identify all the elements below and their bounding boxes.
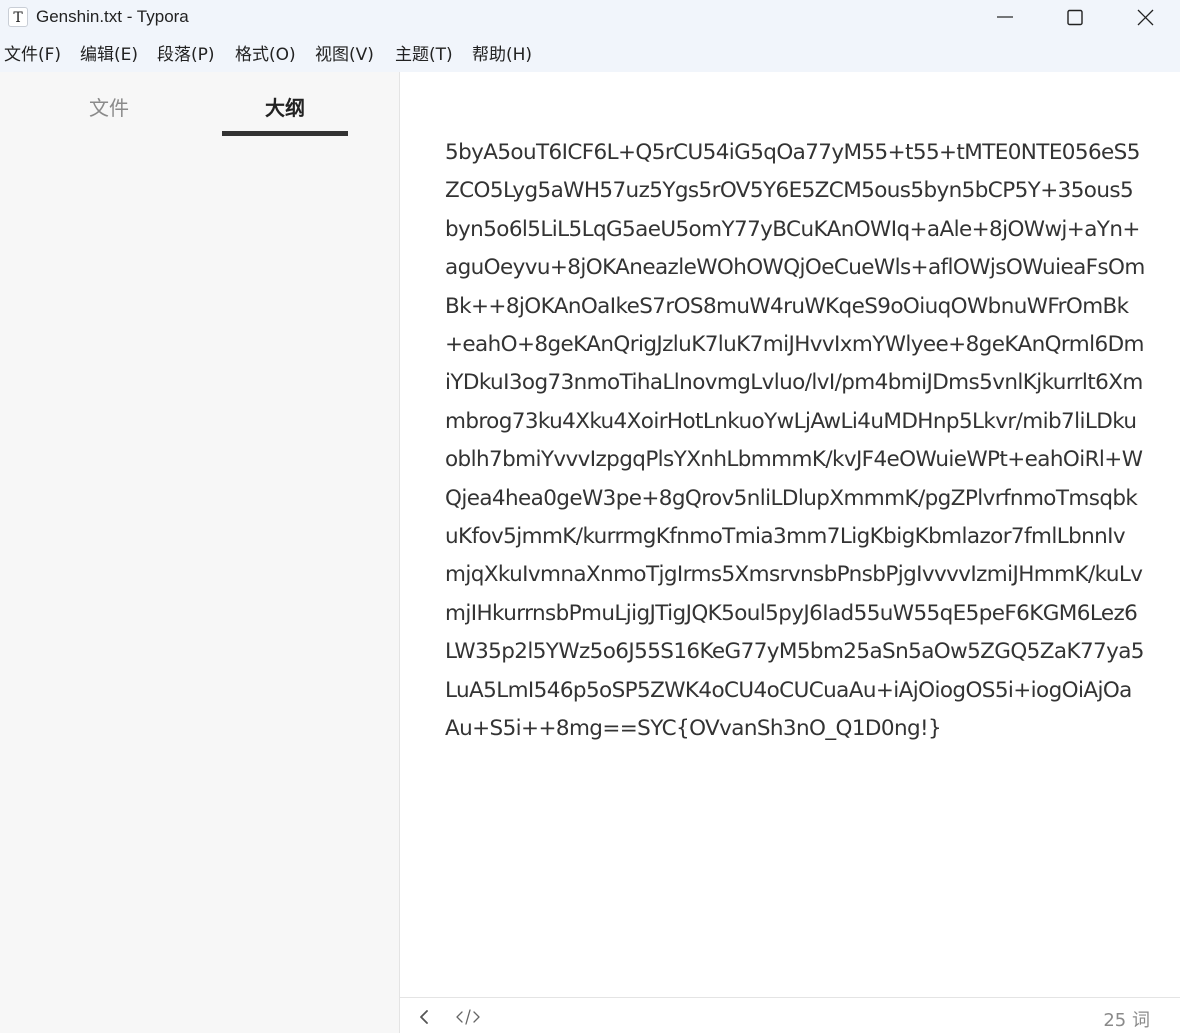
status-bar: 25 词 xyxy=(400,997,1180,1033)
typora-window: T Genshin.txt - Typora 文件(F) 编辑(E) 段落(P)… xyxy=(0,0,1180,1033)
menu-bar: 文件(F) 编辑(E) 段落(P) 格式(O) 视图(V) 主题(T) 帮助(H… xyxy=(0,36,1180,72)
editor-pane[interactable]: 5byA5ouT6ICF6L+Q5rCU54iG5qOa77yM55+t55+t… xyxy=(400,72,1180,997)
menu-view[interactable]: 视图(V) xyxy=(315,36,374,72)
menu-theme[interactable]: 主题(T) xyxy=(395,36,453,72)
menu-format[interactable]: 格式(O) xyxy=(235,36,296,72)
window-title: Genshin.txt - Typora xyxy=(36,7,189,26)
menu-paragraph[interactable]: 段落(P) xyxy=(157,36,215,72)
source-mode-button[interactable] xyxy=(454,1006,482,1028)
word-count[interactable]: 25 词 xyxy=(1103,998,1150,1033)
minimize-button[interactable] xyxy=(970,0,1040,36)
menu-edit[interactable]: 编辑(E) xyxy=(80,36,138,72)
tab-outline[interactable]: 大纲 xyxy=(222,88,348,128)
close-icon xyxy=(1137,9,1154,26)
tab-files[interactable]: 文件 xyxy=(44,88,174,128)
title-bar: T Genshin.txt - Typora xyxy=(0,0,1180,36)
active-tab-indicator xyxy=(222,131,348,136)
close-button[interactable] xyxy=(1110,0,1180,36)
minimize-icon xyxy=(997,16,1013,18)
sidebar: 文件 大纲 xyxy=(0,72,400,1033)
menu-file[interactable]: 文件(F) xyxy=(4,36,61,72)
menu-help[interactable]: 帮助(H) xyxy=(472,36,532,72)
toggle-sidebar-button[interactable] xyxy=(414,1006,434,1028)
document-text[interactable]: 5byA5ouT6ICF6L+Q5rCU54iG5qOa77yM55+t55+t… xyxy=(445,134,1145,749)
chevron-left-icon xyxy=(420,1010,428,1024)
typora-app-icon: T xyxy=(8,7,28,27)
code-icon xyxy=(456,1009,480,1025)
maximize-icon xyxy=(1067,9,1083,26)
maximize-button[interactable] xyxy=(1040,0,1110,36)
